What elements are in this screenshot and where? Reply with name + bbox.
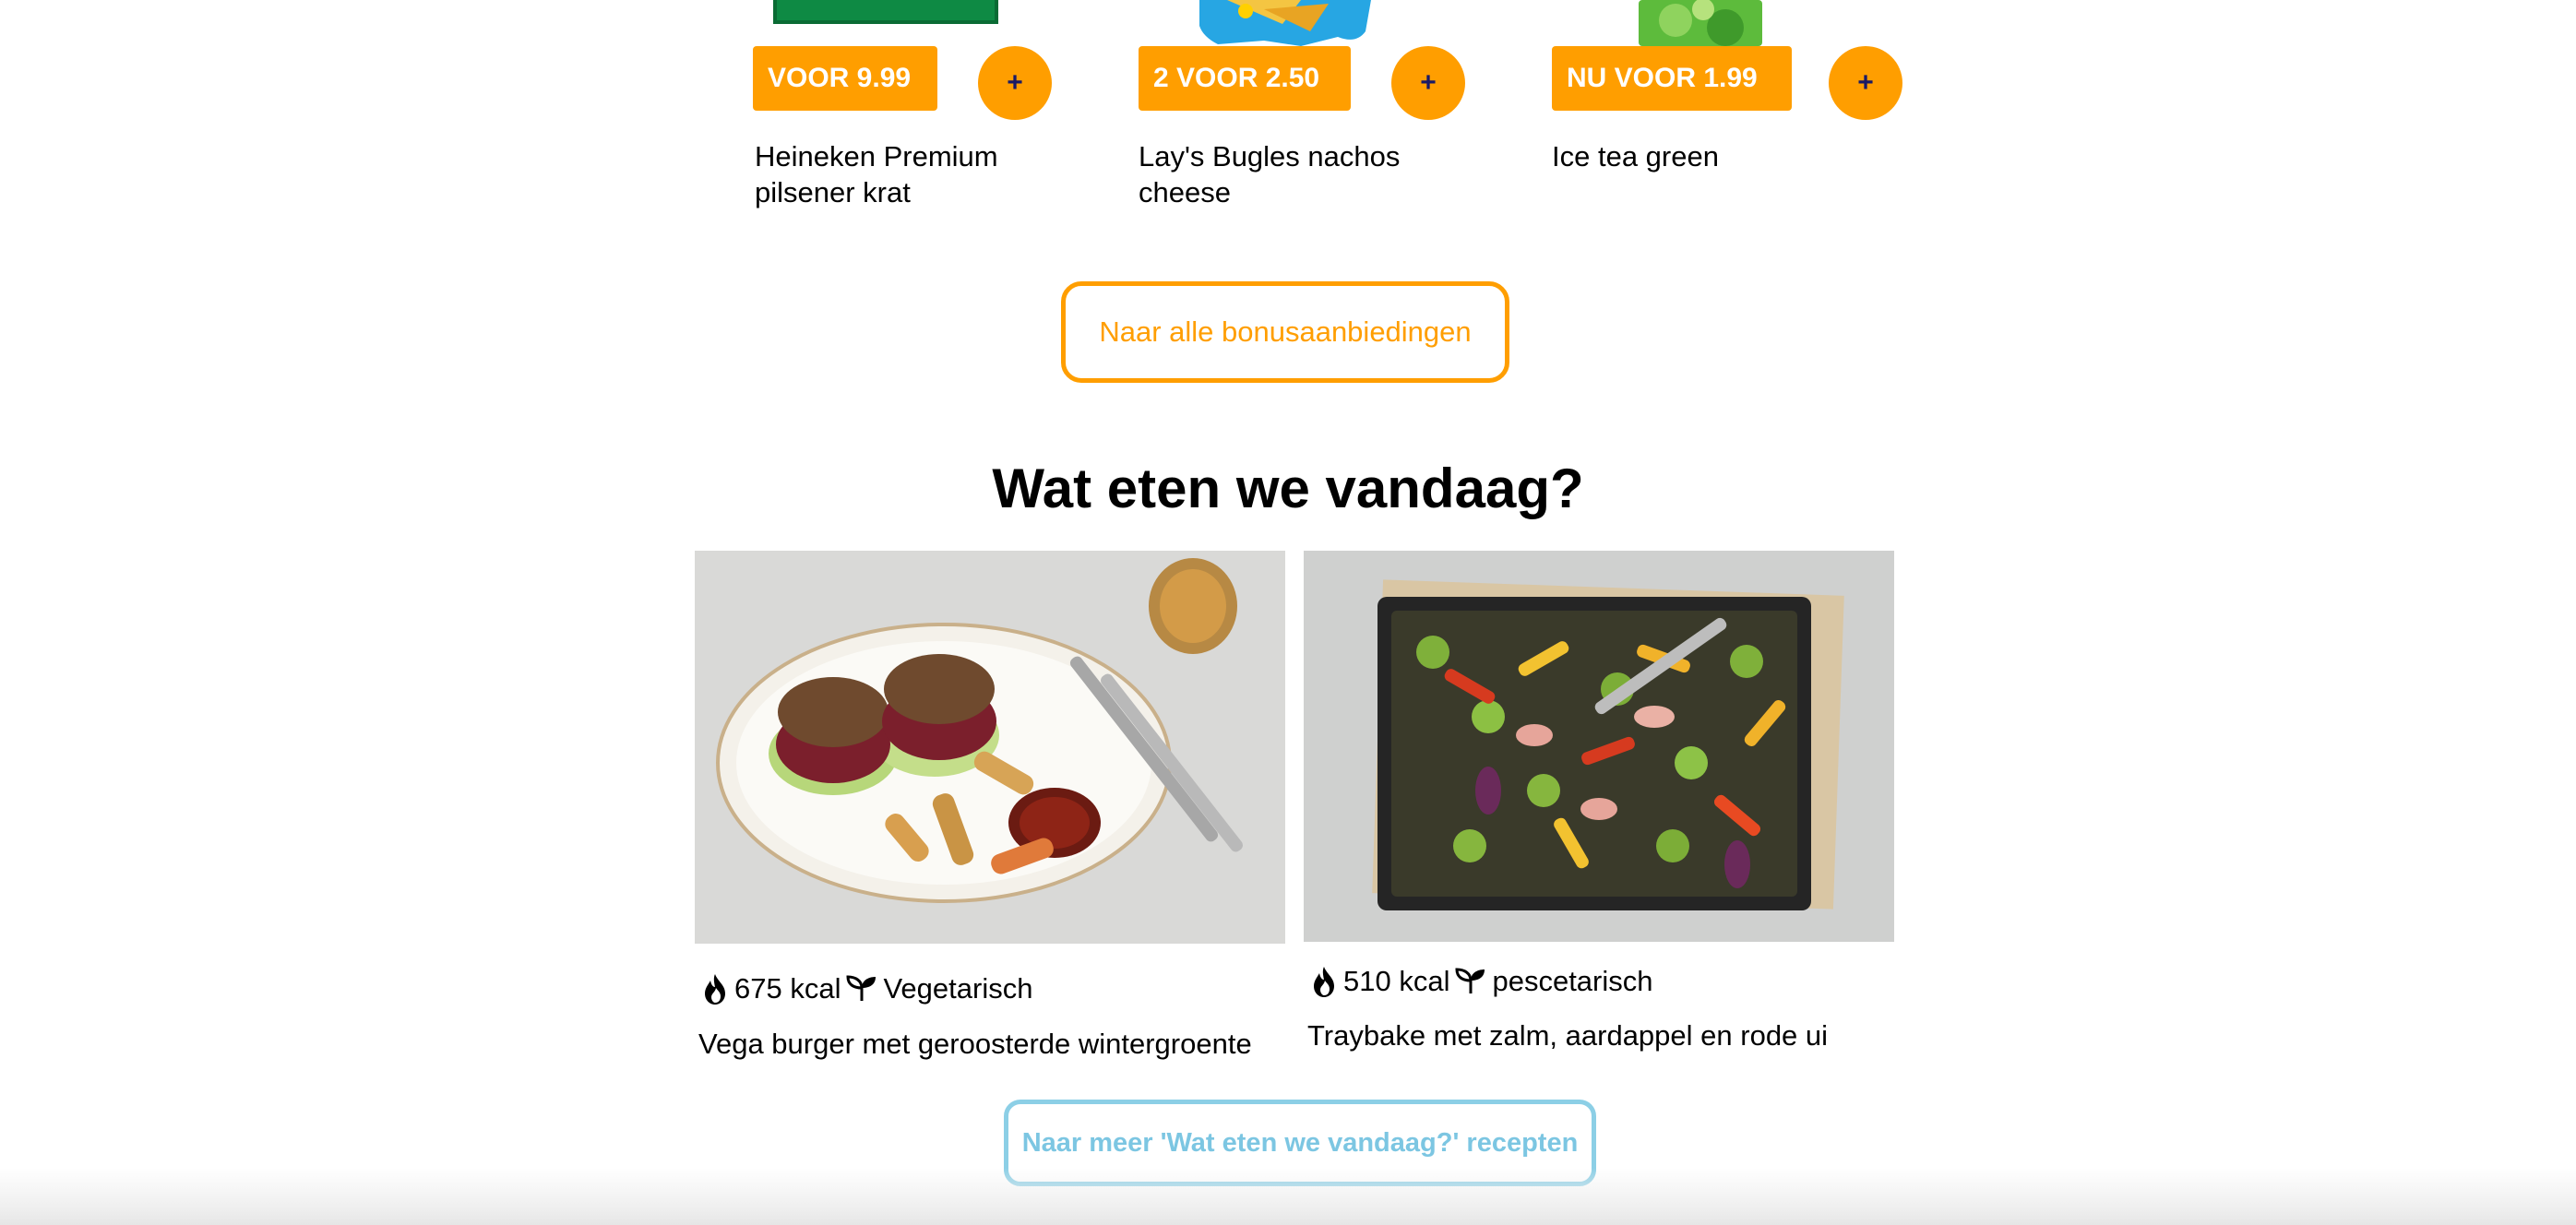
recipe-meta: 675 kcal Vegetarisch: [701, 970, 1032, 1007]
recipe-image-vega-burger[interactable]: [695, 551, 1285, 944]
add-to-cart-button[interactable]: +: [1829, 46, 1902, 120]
price-badge: 2 VOOR 2.50: [1139, 46, 1351, 111]
recipe-kcal: 675 kcal: [734, 972, 841, 1005]
recipe-title[interactable]: Traybake met zalm, aardappel en rode ui: [1307, 1017, 1828, 1054]
flame-icon: [1310, 965, 1338, 998]
price-badge: VOOR 9.99: [753, 46, 937, 111]
recipe-diet: pescetarisch: [1492, 965, 1653, 997]
product-image-lays[interactable]: [1190, 0, 1380, 46]
product-name[interactable]: Ice tea green: [1552, 138, 1847, 174]
all-bonus-offers-button[interactable]: Naar alle bonusaanbiedingen: [1061, 281, 1509, 383]
product-image-heineken[interactable]: [773, 0, 998, 46]
sprout-icon: [846, 975, 877, 1003]
recipe-image-traybake[interactable]: [1304, 551, 1894, 942]
recipe-title[interactable]: Vega burger met geroosterde wintergroent…: [698, 1026, 1252, 1063]
add-to-cart-button[interactable]: +: [1391, 46, 1465, 120]
product-name[interactable]: Heineken Premium pilsener krat: [755, 138, 1050, 210]
bottom-shadow: [0, 1168, 2576, 1225]
recipe-kcal: 510 kcal: [1343, 965, 1450, 997]
flame-icon: [701, 972, 729, 1005]
add-to-cart-button[interactable]: +: [978, 46, 1052, 120]
section-title: Wat eten we vandaag?: [992, 458, 1584, 519]
recipe-meta: 510 kcal pescetarisch: [1310, 963, 1653, 1000]
product-name[interactable]: Lay's Bugles nachos cheese: [1139, 138, 1434, 210]
recipe-diet: Vegetarisch: [883, 972, 1033, 1005]
product-image-ice-tea[interactable]: [1639, 0, 1762, 46]
price-badge: NU VOOR 1.99: [1552, 46, 1792, 111]
sprout-icon: [1455, 968, 1486, 995]
